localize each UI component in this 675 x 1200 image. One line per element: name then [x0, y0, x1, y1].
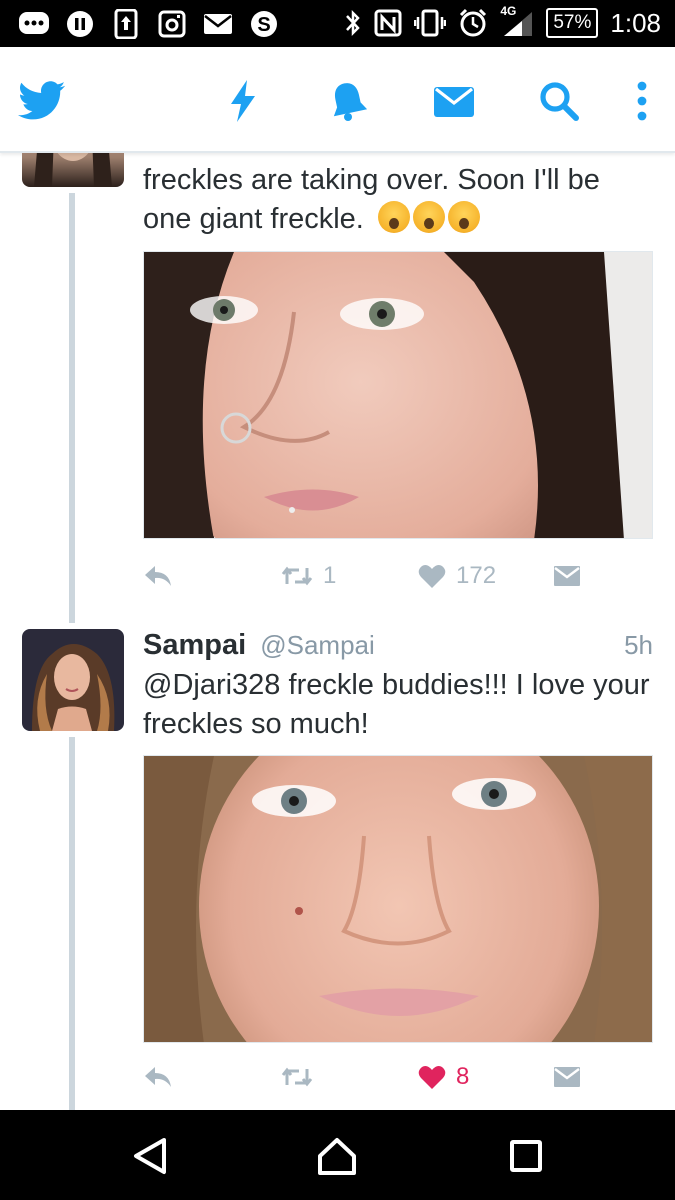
home-icon: [318, 1138, 356, 1175]
thread-line: [69, 737, 75, 1110]
instagram-icon: [156, 8, 188, 40]
author-name[interactable]: Sampai: [143, 629, 246, 661]
retweet-icon: [281, 566, 313, 586]
mention-link[interactable]: @Djari328: [143, 669, 280, 701]
skype-icon: S: [248, 8, 280, 40]
tweet-text: freckles are taking over. Soon I'll be o…: [143, 161, 658, 239]
direct-message-button[interactable]: [553, 556, 581, 596]
retweet-button[interactable]: 1: [281, 556, 336, 596]
upload-icon: [110, 8, 142, 40]
face-screaming-emoji: [447, 201, 480, 233]
chat-bubble-icon: [18, 8, 50, 40]
svg-text:S: S: [257, 14, 270, 36]
tweet-actions: 8: [143, 1057, 653, 1097]
tweet-text-line: freckles are taking over. Soon I'll be: [143, 164, 600, 196]
tweet-header: Sampai @Sampai 5h: [143, 627, 653, 663]
face-screaming-emoji: [412, 201, 445, 233]
direct-message-icon: [554, 1067, 580, 1087]
signal-icon: [504, 12, 533, 36]
retweet-icon: [281, 1067, 313, 1087]
reply-icon: [145, 1067, 171, 1087]
heart-icon: [418, 565, 446, 588]
emoji-group: [377, 201, 483, 235]
like-button[interactable]: 8: [418, 1057, 469, 1097]
heart-icon: [418, 1066, 446, 1089]
direct-message-icon: [554, 566, 580, 586]
recents-button[interactable]: [502, 1132, 550, 1180]
envelope-icon[interactable]: [430, 77, 478, 125]
tweet-text-line: @Djari328 freckle buddies!!! I love your: [143, 666, 658, 705]
notification-icons: S: [18, 8, 280, 40]
home-button[interactable]: [313, 1132, 361, 1180]
tweet-photo[interactable]: [143, 251, 653, 539]
reply-button[interactable]: [143, 1057, 173, 1097]
tweet-text-line: freckles so much!: [143, 708, 369, 740]
reply-button[interactable]: [143, 556, 173, 596]
overflow-menu-icon[interactable]: [618, 77, 666, 125]
tweet-text-segment: freckle buddies!!! I love your: [280, 669, 650, 701]
system-nav-bar: [0, 1110, 675, 1200]
like-count: 172: [456, 562, 497, 589]
face-screaming-emoji: [377, 201, 410, 233]
back-triangle-icon: [134, 1138, 166, 1174]
avatar[interactable]: [22, 153, 124, 187]
back-button[interactable]: [126, 1132, 174, 1180]
retweet-count: 1: [323, 562, 337, 589]
mail-icon: [202, 8, 234, 40]
alarm-icon: [460, 8, 487, 37]
direct-message-button[interactable]: [553, 1057, 581, 1097]
nfc-icon: [374, 9, 402, 37]
search-icon[interactable]: [535, 77, 583, 125]
battery-indicator: 57%: [546, 8, 599, 38]
twitter-bird-icon[interactable]: [18, 77, 66, 125]
tweet-actions: 1 172: [143, 556, 653, 596]
tweet-text-segment: one giant freckle.: [143, 203, 364, 235]
tweet-text-line: one giant freckle.: [143, 200, 658, 239]
author-handle[interactable]: @Sampai: [260, 630, 375, 660]
pause-icon: [64, 8, 96, 40]
reply-icon: [145, 566, 171, 586]
tweet-photo[interactable]: [143, 755, 653, 1043]
recents-square-icon: [510, 1140, 542, 1172]
timeline[interactable]: freckles are taking over. Soon I'll be o…: [0, 153, 675, 1110]
app-bar: [0, 47, 675, 153]
lightning-icon[interactable]: [219, 77, 267, 125]
bell-icon[interactable]: [324, 77, 372, 125]
avatar[interactable]: [22, 629, 124, 731]
bluetooth-icon: [346, 9, 361, 37]
retweet-button[interactable]: [281, 1057, 323, 1097]
like-count: 8: [456, 1063, 470, 1090]
tweet-timestamp: 5h: [624, 630, 653, 660]
vibrate-icon: [414, 9, 447, 37]
signal-indicator: 4G: [500, 4, 534, 38]
system-icons: 4G 57% 1:08: [344, 4, 661, 40]
tweet-text: @Djari328 freckle buddies!!! I love your…: [143, 666, 658, 744]
like-button[interactable]: 172: [418, 556, 496, 596]
status-bar: S 4G 57% 1:08: [0, 0, 675, 47]
thread-line: [69, 193, 75, 623]
clock: 1:08: [610, 8, 661, 38]
